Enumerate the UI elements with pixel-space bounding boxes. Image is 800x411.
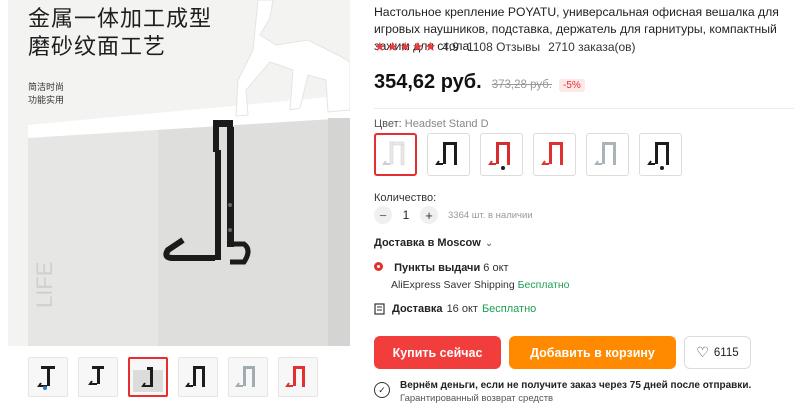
hanger-red-icon (540, 141, 563, 165)
star-icon: ★ (386, 39, 399, 54)
package-icon (374, 303, 385, 315)
reviews-link[interactable]: 1108 Отзывы (467, 40, 540, 54)
promo-title: 金属一体加工成型 磨砂纹面工艺 (28, 7, 213, 60)
star-icon: ★ (374, 39, 386, 54)
color-swatches (374, 133, 682, 176)
thumbnail-strip (28, 357, 318, 397)
quantity-plus-button[interactable]: + (420, 206, 438, 224)
star-icon: ★ (411, 39, 424, 54)
star-icon: ★ (424, 39, 437, 54)
location-pin-icon (374, 262, 383, 271)
rating-stars[interactable]: ★ ★ ★ ★ ★ (374, 40, 436, 54)
thumbnail-5[interactable] (228, 357, 268, 397)
rating-row: ★ ★ ★ ★ ★ 4.9 1108 Отзывы 2710 заказа(ов… (374, 40, 636, 55)
svg-text:LIFE: LIFE (32, 262, 57, 308)
buyer-guarantee: ✓ Вернём деньги, если не получите заказ … (374, 379, 751, 406)
quantity-label: Количество: (374, 192, 437, 204)
orders-count: 2710 заказа(ов) (548, 40, 636, 54)
hanger-grey-icon (593, 141, 616, 165)
swatch-red[interactable] (480, 133, 523, 176)
thumbnail-1[interactable] (28, 357, 68, 397)
divider (374, 108, 794, 109)
pickup-label: Пункты выдачи (394, 262, 481, 274)
guarantee-text: Вернём деньги, если не получите заказ че… (400, 380, 752, 391)
hanger-thumb-icon (133, 367, 163, 392)
pickup-details: AliExpress Saver Shipping Бесплатно (391, 279, 570, 291)
discount-badge: -5% (559, 79, 585, 92)
current-price: 354,62 руб. (374, 71, 482, 93)
shipping-destination-label: Доставка в Moscow (374, 237, 481, 249)
swatch-black-2[interactable] (639, 133, 682, 176)
hanger-white-icon (381, 141, 404, 165)
pickup-option[interactable]: Пункты выдачи 6 окт (374, 262, 509, 274)
price-row: 354,62 руб. 373,28 руб. -5% (374, 71, 585, 94)
guarantee-subtext: Гарантированный возврат средств (400, 393, 554, 404)
quantity-stepper: − 1 + 3364 шт. в наличии (374, 206, 533, 224)
hanger-black-icon (434, 141, 457, 165)
thumbnail-4[interactable] (178, 357, 218, 397)
color-label-text: Цвет: (374, 118, 402, 130)
swatch-grey[interactable] (586, 133, 629, 176)
star-icon: ★ (399, 39, 411, 54)
thumbnail-2[interactable] (78, 357, 118, 397)
swatch-white[interactable] (374, 133, 417, 176)
quantity-value[interactable]: 1 (392, 208, 420, 222)
add-to-cart-button[interactable]: Добавить в корзину (509, 336, 676, 369)
pickup-method: AliExpress Saver Shipping (391, 279, 515, 291)
delivery-option[interactable]: Доставка 16 окт Бесплатно (374, 303, 536, 315)
shipping-destination[interactable]: Доставка в Moscow ⌄ (374, 237, 493, 249)
thumbnail-6[interactable] (278, 357, 318, 397)
old-price: 373,28 руб. (491, 79, 553, 91)
promo-subtitle: 简洁时尚 功能实用 (28, 83, 65, 106)
delivery-price: Бесплатно (481, 303, 537, 315)
quantity-minus-button[interactable]: − (374, 206, 392, 224)
pickup-date: 6 окт (483, 262, 509, 274)
check-shield-icon: ✓ (374, 382, 390, 398)
hanger-thumb-icon (235, 366, 255, 387)
hanger-black-icon (646, 141, 669, 170)
chevron-down-icon: ⌄ (484, 237, 494, 249)
heart-icon: ♡ (696, 344, 709, 360)
swatch-red-2[interactable] (533, 133, 576, 176)
stock-count: 3364 шт. в наличии (448, 209, 533, 221)
hanger-thumb-icon (185, 366, 205, 387)
wishlist-count: 6115 (713, 346, 739, 359)
color-value: Headset Stand D (404, 118, 489, 130)
delivery-date: 16 окт (446, 303, 478, 315)
color-label: Цвет: Headset Stand D (374, 118, 489, 130)
thumbnail-3[interactable] (128, 357, 168, 397)
product-main-image[interactable]: LIFE 金属一体加工成型 磨砂纹面工艺 简洁时尚 功能实用 (8, 0, 350, 346)
delivery-label: Доставка (392, 303, 443, 315)
hanger-thumb-icon (37, 366, 55, 390)
wishlist-button[interactable]: ♡ 6115 (684, 336, 751, 369)
hanger-red-icon (487, 141, 510, 170)
swatch-black[interactable] (427, 133, 470, 176)
rating-score: 4.9 (442, 40, 459, 54)
buy-now-button[interactable]: Купить сейчас (374, 336, 501, 369)
hanger-thumb-icon (285, 366, 305, 387)
pickup-price: Бесплатно (517, 279, 570, 291)
hanger-thumb-icon (88, 366, 104, 385)
